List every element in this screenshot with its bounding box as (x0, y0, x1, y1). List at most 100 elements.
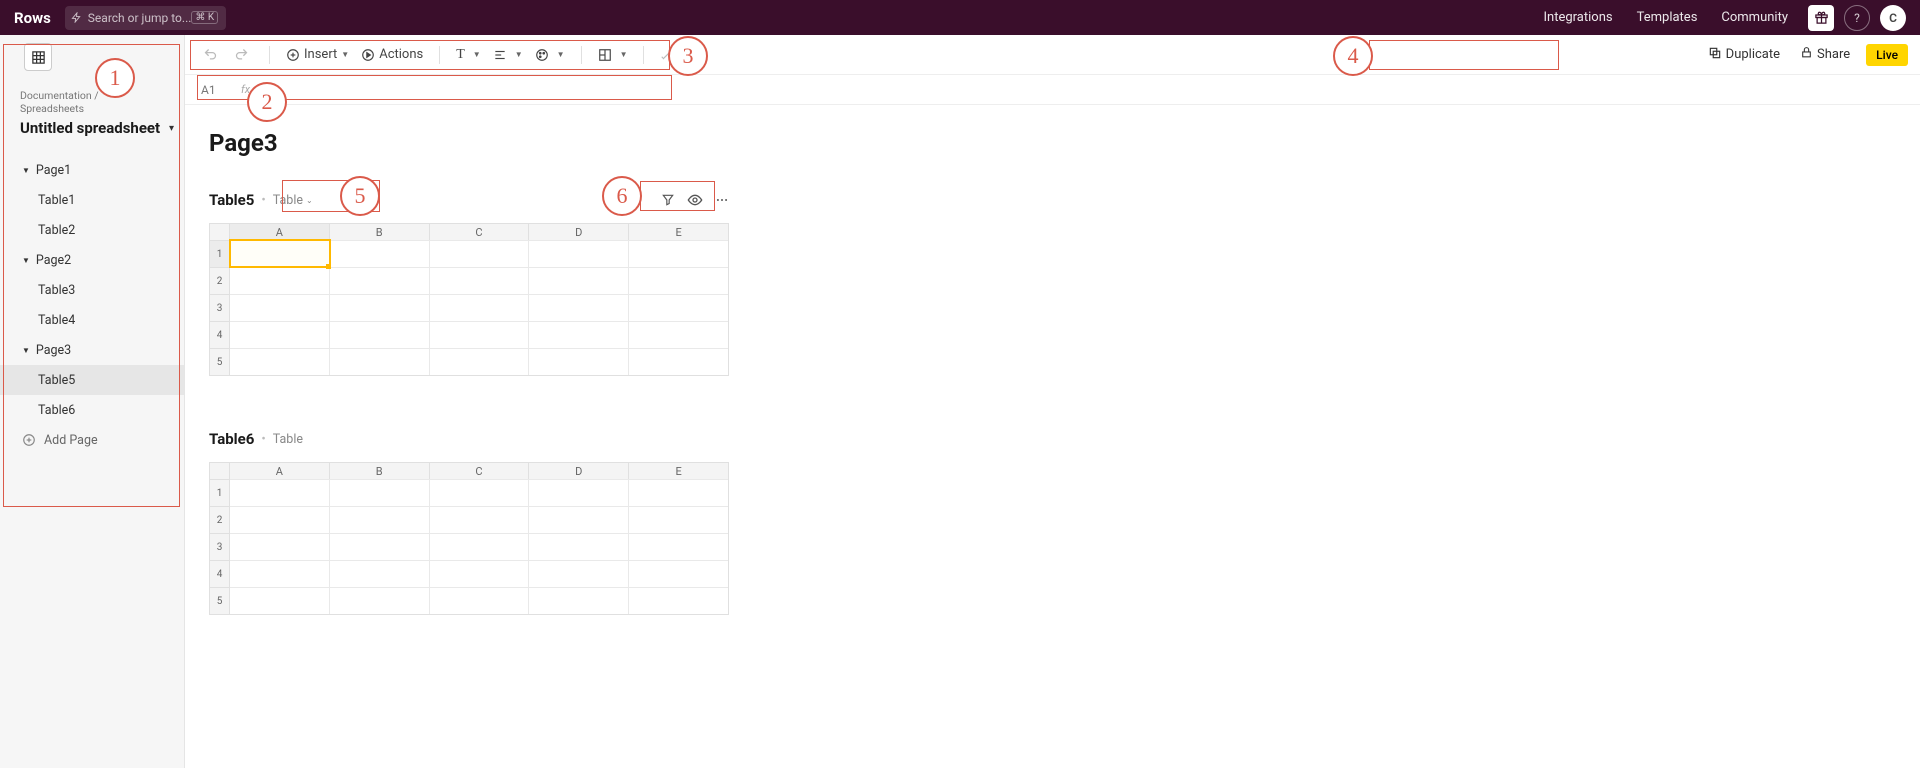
cell[interactable] (430, 533, 530, 560)
cell[interactable] (529, 533, 629, 560)
row-header[interactable]: 1 (210, 479, 230, 506)
cell[interactable] (430, 321, 530, 348)
spreadsheet-grid[interactable]: A B C D E 1 2 3 4 5 (209, 223, 729, 376)
cell[interactable] (430, 506, 530, 533)
live-button[interactable]: Live (1866, 44, 1908, 66)
cell[interactable] (330, 479, 430, 506)
cell[interactable] (330, 506, 430, 533)
more-button[interactable] (715, 193, 729, 207)
top-header: Rows Search or jump to... ⌘ K Integratio… (0, 0, 1920, 35)
row-header[interactable]: 2 (210, 267, 230, 294)
table-title[interactable]: Table5 (209, 191, 254, 209)
global-search[interactable]: Search or jump to... ⌘ K (65, 6, 226, 30)
nav-templates[interactable]: Templates (1637, 10, 1698, 25)
help-button[interactable]: ? (1844, 5, 1870, 31)
column-header[interactable]: E (629, 223, 728, 240)
lightning-icon (71, 12, 82, 23)
cell[interactable] (629, 240, 728, 267)
cell[interactable] (629, 479, 728, 506)
search-placeholder: Search or jump to... (88, 11, 192, 25)
cell[interactable] (629, 294, 728, 321)
cell[interactable] (629, 267, 728, 294)
cell[interactable] (330, 267, 430, 294)
row-header[interactable]: 3 (210, 294, 230, 321)
cell[interactable] (629, 533, 728, 560)
cell[interactable] (230, 479, 330, 506)
column-header[interactable]: D (529, 223, 629, 240)
cell[interactable] (529, 560, 629, 587)
cell[interactable] (529, 267, 629, 294)
nav-integrations[interactable]: Integrations (1543, 10, 1612, 25)
cell[interactable] (330, 533, 430, 560)
cell[interactable] (230, 587, 330, 614)
cell[interactable] (230, 506, 330, 533)
table-view-label[interactable]: Table (273, 432, 303, 447)
column-header[interactable]: A (230, 223, 330, 240)
cell[interactable] (330, 321, 430, 348)
row-header[interactable]: 5 (210, 348, 230, 375)
cell[interactable] (430, 479, 530, 506)
duplicate-button[interactable]: Duplicate (1708, 46, 1780, 64)
cell[interactable] (230, 321, 330, 348)
cell[interactable] (529, 479, 629, 506)
row-header[interactable]: 4 (210, 321, 230, 348)
cell[interactable] (430, 267, 530, 294)
cell[interactable] (629, 506, 728, 533)
cell[interactable] (430, 560, 530, 587)
spreadsheet-grid[interactable]: A B C D E 1 2 3 4 5 (209, 462, 729, 615)
cell[interactable] (230, 267, 330, 294)
column-header[interactable]: E (629, 462, 728, 479)
cell[interactable] (529, 506, 629, 533)
column-header[interactable]: D (529, 462, 629, 479)
annotation-box-6 (640, 181, 715, 211)
nav-community[interactable]: Community (1721, 10, 1788, 25)
column-header[interactable]: B (330, 223, 430, 240)
cell[interactable] (629, 321, 728, 348)
avatar[interactable]: C (1880, 5, 1906, 31)
cell[interactable] (230, 533, 330, 560)
cell[interactable] (430, 294, 530, 321)
cell[interactable] (629, 587, 728, 614)
annotation-6: 6 (602, 176, 642, 216)
row-header[interactable]: 2 (210, 506, 230, 533)
cell[interactable] (629, 348, 728, 375)
annotation-4: 4 (1333, 36, 1373, 76)
cell[interactable] (330, 348, 430, 375)
cell[interactable] (430, 348, 530, 375)
cell[interactable] (529, 348, 629, 375)
annotation-box-1 (3, 44, 180, 507)
cell[interactable] (529, 587, 629, 614)
cell[interactable] (330, 560, 430, 587)
column-header[interactable]: B (330, 462, 430, 479)
brand-logo[interactable]: Rows (14, 9, 51, 27)
cell[interactable] (230, 560, 330, 587)
page-title: Page3 (209, 129, 1920, 157)
cell[interactable] (230, 240, 330, 267)
row-header[interactable]: 4 (210, 560, 230, 587)
cell[interactable] (529, 294, 629, 321)
cell[interactable] (529, 321, 629, 348)
cell[interactable] (330, 240, 430, 267)
annotation-box-4 (1369, 40, 1559, 70)
row-header[interactable]: 5 (210, 587, 230, 614)
table-title[interactable]: Table6 (209, 430, 254, 448)
cell[interactable] (230, 294, 330, 321)
cell[interactable] (430, 240, 530, 267)
cell[interactable] (430, 587, 530, 614)
annotation-3: 3 (668, 36, 708, 76)
column-header[interactable]: C (430, 462, 530, 479)
column-header[interactable]: C (430, 223, 530, 240)
gift-button[interactable] (1808, 5, 1834, 31)
row-header[interactable]: 1 (210, 240, 230, 267)
column-header[interactable]: A (230, 462, 330, 479)
grid-corner[interactable] (210, 462, 230, 479)
cell[interactable] (330, 294, 430, 321)
share-button[interactable]: Share (1800, 46, 1850, 63)
annotation-box-3 (190, 40, 670, 70)
grid-corner[interactable] (210, 223, 230, 240)
row-header[interactable]: 3 (210, 533, 230, 560)
cell[interactable] (529, 240, 629, 267)
cell[interactable] (629, 560, 728, 587)
cell[interactable] (230, 348, 330, 375)
cell[interactable] (330, 587, 430, 614)
